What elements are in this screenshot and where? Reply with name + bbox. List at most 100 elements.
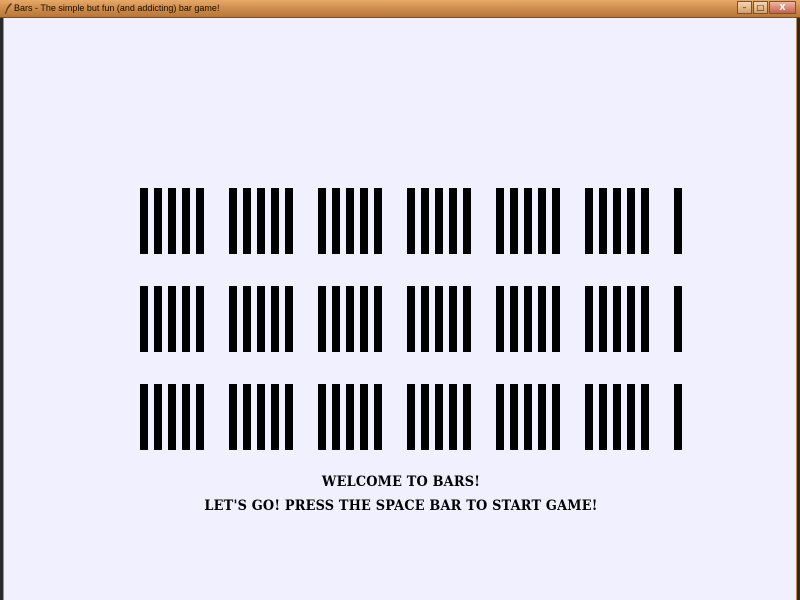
- bar: [496, 286, 504, 352]
- bar: [613, 286, 621, 352]
- bar: [182, 286, 190, 352]
- bar: [257, 286, 265, 352]
- bar: [538, 384, 546, 450]
- bar: [449, 384, 457, 450]
- bar: [524, 188, 532, 254]
- bar: [285, 384, 293, 450]
- bar: [196, 286, 204, 352]
- bar: [346, 286, 354, 352]
- bar: [674, 188, 682, 254]
- bar: [421, 384, 429, 450]
- bar: [613, 188, 621, 254]
- welcome-text: WELCOME TO BARS!: [321, 474, 481, 490]
- bar: [140, 286, 148, 352]
- bar: [674, 286, 682, 352]
- bar: [285, 188, 293, 254]
- bar: [435, 188, 443, 254]
- bar: [154, 384, 162, 450]
- bar: [285, 286, 293, 352]
- bar: [449, 286, 457, 352]
- bar: [599, 384, 607, 450]
- bar: [421, 286, 429, 352]
- bar: [196, 188, 204, 254]
- bar: [318, 384, 326, 450]
- quill-icon: [5, 3, 12, 14]
- bar: [538, 188, 546, 254]
- bar: [374, 384, 382, 450]
- bar: [271, 188, 279, 254]
- bar: [496, 384, 504, 450]
- window-controls: – □ X: [737, 1, 796, 15]
- bar: [538, 286, 546, 352]
- bar: [407, 188, 415, 254]
- start-instruction: LET'S GO! PRESS THE SPACE BAR TO START G…: [204, 498, 598, 514]
- bar: [168, 188, 176, 254]
- bar: [463, 188, 471, 254]
- maximize-button[interactable]: □: [753, 1, 768, 14]
- bar: [510, 188, 518, 254]
- bar: [360, 188, 368, 254]
- bar: [168, 286, 176, 352]
- bar: [257, 188, 265, 254]
- bar: [346, 188, 354, 254]
- title-bar[interactable]: Bars - The simple but fun (and addicting…: [0, 0, 800, 18]
- bar: [318, 286, 326, 352]
- bar: [154, 286, 162, 352]
- minimize-button[interactable]: –: [737, 1, 752, 14]
- bar: [552, 188, 560, 254]
- bar: [229, 286, 237, 352]
- bar: [585, 384, 593, 450]
- bar: [599, 286, 607, 352]
- bar: [271, 384, 279, 450]
- bar: [613, 384, 621, 450]
- bar: [524, 286, 532, 352]
- close-button[interactable]: X: [769, 1, 796, 14]
- bar: [257, 384, 265, 450]
- bar: [140, 384, 148, 450]
- bar: [374, 188, 382, 254]
- bar: [510, 286, 518, 352]
- bar: [182, 188, 190, 254]
- bar: [407, 384, 415, 450]
- bar: [332, 188, 340, 254]
- game-canvas[interactable]: WELCOME TO BARS! LET'S GO! PRESS THE SPA…: [3, 18, 797, 600]
- bar: [407, 286, 415, 352]
- bar: [140, 188, 148, 254]
- bar: [627, 188, 635, 254]
- bar: [332, 286, 340, 352]
- bar: [599, 188, 607, 254]
- bar: [585, 286, 593, 352]
- bar: [360, 384, 368, 450]
- game-window: Bars - The simple but fun (and addicting…: [0, 0, 800, 600]
- bar: [243, 188, 251, 254]
- bar: [243, 384, 251, 450]
- bar: [360, 286, 368, 352]
- bar: [510, 384, 518, 450]
- bar: [229, 188, 237, 254]
- bar: [641, 384, 649, 450]
- bar: [421, 188, 429, 254]
- bar: [463, 286, 471, 352]
- bar: [449, 188, 457, 254]
- bar: [463, 384, 471, 450]
- bar: [496, 188, 504, 254]
- bar: [229, 384, 237, 450]
- bar: [435, 384, 443, 450]
- bar: [332, 384, 340, 450]
- bar: [346, 384, 354, 450]
- bar: [585, 188, 593, 254]
- bar: [243, 286, 251, 352]
- bar: [154, 188, 162, 254]
- bar: [641, 286, 649, 352]
- bar: [318, 188, 326, 254]
- bar: [627, 384, 635, 450]
- bar: [196, 384, 204, 450]
- window-title: Bars - The simple but fun (and addicting…: [14, 3, 220, 13]
- bar: [552, 384, 560, 450]
- bar: [271, 286, 279, 352]
- bar: [674, 384, 682, 450]
- bar: [627, 286, 635, 352]
- bar: [641, 188, 649, 254]
- bar: [182, 384, 190, 450]
- bar: [374, 286, 382, 352]
